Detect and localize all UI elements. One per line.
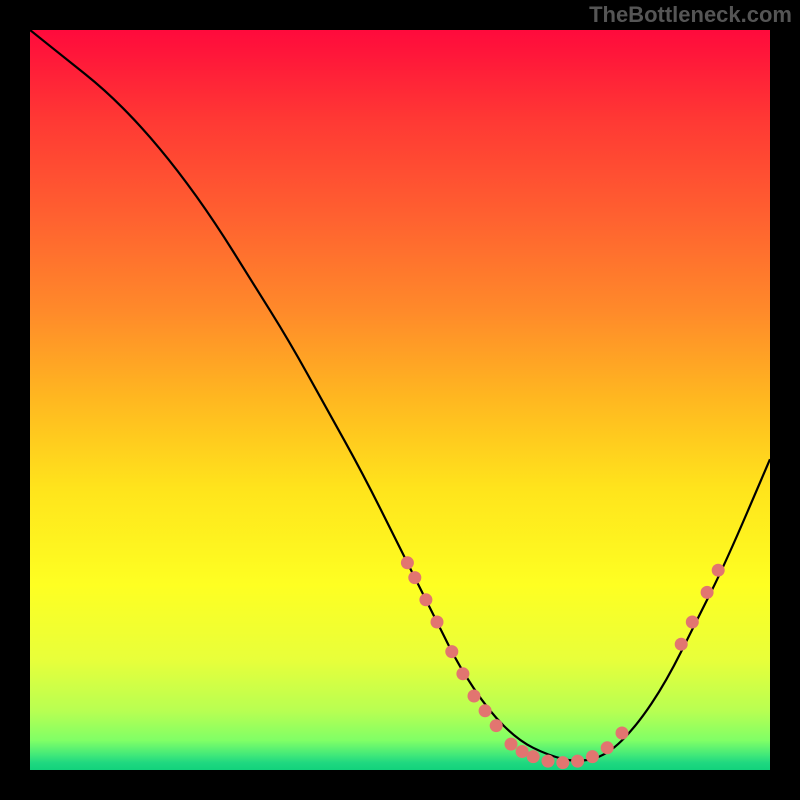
plot-area	[30, 30, 770, 770]
chart-container: TheBottleneck.com	[0, 0, 800, 800]
watermark-text: TheBottleneck.com	[589, 2, 792, 28]
gradient-background	[30, 30, 770, 770]
